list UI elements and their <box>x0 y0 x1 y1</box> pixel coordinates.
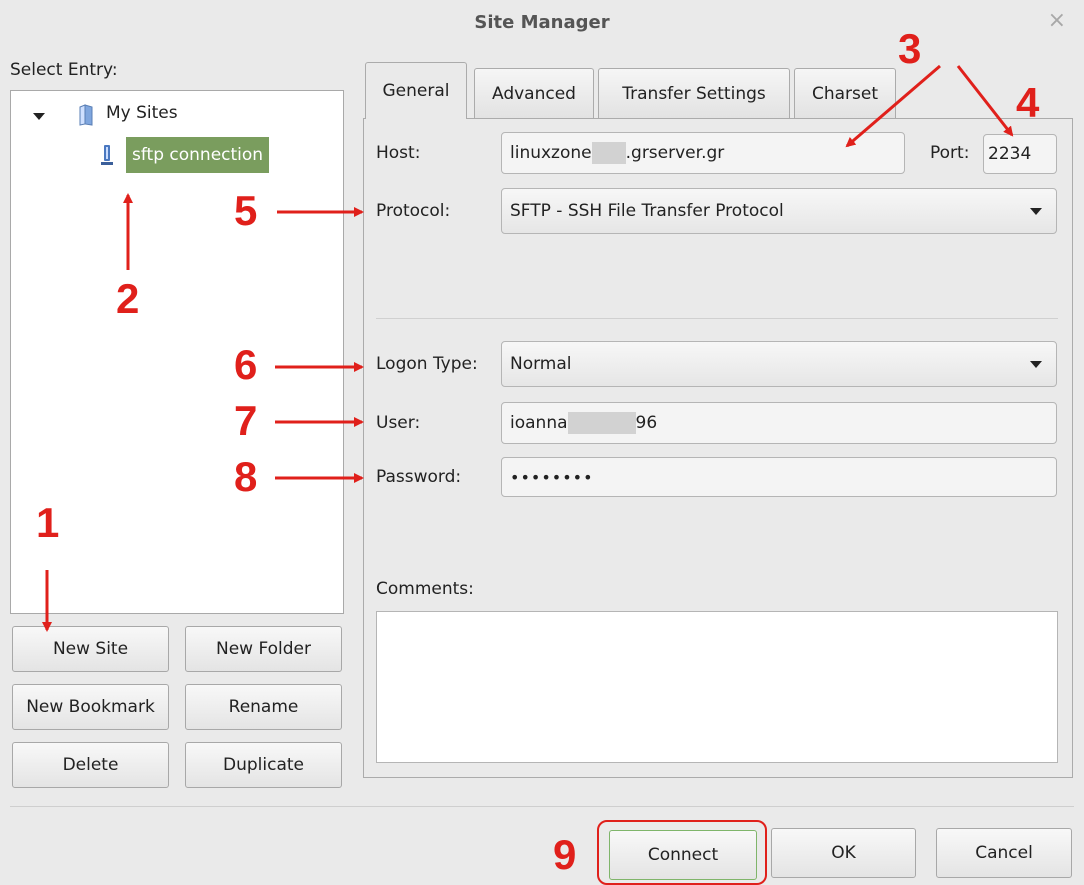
redacted-block <box>567 412 636 434</box>
port-input[interactable]: 2234 <box>983 134 1057 174</box>
tab-transfer-settings[interactable]: Transfer Settings <box>598 68 790 118</box>
logon-type-label: Logon Type: <box>376 354 478 374</box>
delete-button[interactable]: Delete <box>12 742 169 788</box>
port-label: Port: <box>930 143 970 163</box>
tab-advanced[interactable]: Advanced <box>474 68 594 118</box>
chevron-down-icon <box>1030 361 1042 368</box>
expand-arrow-icon[interactable] <box>33 113 45 120</box>
user-label: User: <box>376 413 421 433</box>
password-label: Password: <box>376 467 462 487</box>
ok-button[interactable]: OK <box>771 828 916 878</box>
new-bookmark-button[interactable]: New Bookmark <box>12 684 169 730</box>
tab-charset[interactable]: Charset <box>794 68 896 118</box>
close-icon[interactable]: × <box>1048 8 1066 33</box>
comments-label: Comments: <box>376 579 474 599</box>
annotation-4: 4 <box>1016 79 1040 126</box>
folder-icon <box>77 104 97 126</box>
host-label: Host: <box>376 143 421 163</box>
tree-root-my-sites[interactable]: My Sites <box>106 103 178 123</box>
footer-divider <box>10 806 1074 807</box>
new-folder-button[interactable]: New Folder <box>185 626 342 672</box>
logon-type-value: Normal <box>510 354 572 374</box>
host-value-suffix: .grserver.gr <box>625 143 725 163</box>
password-input[interactable]: •••••••• <box>501 457 1057 497</box>
annotation-9: 9 <box>553 831 577 878</box>
protocol-select[interactable]: SFTP - SSH File Transfer Protocol <box>501 188 1057 234</box>
user-input[interactable]: ioanna 96 <box>501 402 1057 444</box>
annotation-5: 5 <box>234 187 258 234</box>
new-site-button[interactable]: New Site <box>12 626 169 672</box>
protocol-label: Protocol: <box>376 201 451 221</box>
tab-general[interactable]: General <box>365 62 467 119</box>
server-icon <box>99 143 115 169</box>
connect-button[interactable]: Connect <box>609 830 757 880</box>
annotation-7: 7 <box>234 397 258 444</box>
annotation-1: 1 <box>36 499 60 546</box>
window-title: Site Manager <box>474 12 610 33</box>
comments-textarea[interactable] <box>376 611 1058 763</box>
host-input[interactable]: linuxzone .grserver.gr <box>501 132 905 174</box>
annotation-3: 3 <box>898 25 922 72</box>
divider <box>376 318 1058 319</box>
annotation-6: 6 <box>234 341 258 388</box>
user-value-prefix: ioanna <box>510 413 568 433</box>
title-bar: Site Manager × <box>0 0 1084 46</box>
cancel-button[interactable]: Cancel <box>936 828 1072 878</box>
site-tree[interactable]: My Sites sftp connection <box>10 90 344 614</box>
tree-item-sftp-connection[interactable]: sftp connection <box>126 137 270 173</box>
rename-button[interactable]: Rename <box>185 684 342 730</box>
select-entry-label: Select Entry: <box>10 60 118 80</box>
annotation-2: 2 <box>116 275 140 322</box>
user-value-suffix: 96 <box>635 413 658 433</box>
redacted-block <box>591 142 626 164</box>
protocol-value: SFTP - SSH File Transfer Protocol <box>510 201 784 221</box>
chevron-down-icon <box>1030 208 1042 215</box>
annotation-8: 8 <box>234 453 258 500</box>
duplicate-button[interactable]: Duplicate <box>185 742 342 788</box>
host-value-prefix: linuxzone <box>510 143 592 163</box>
logon-type-select[interactable]: Normal <box>501 341 1057 387</box>
